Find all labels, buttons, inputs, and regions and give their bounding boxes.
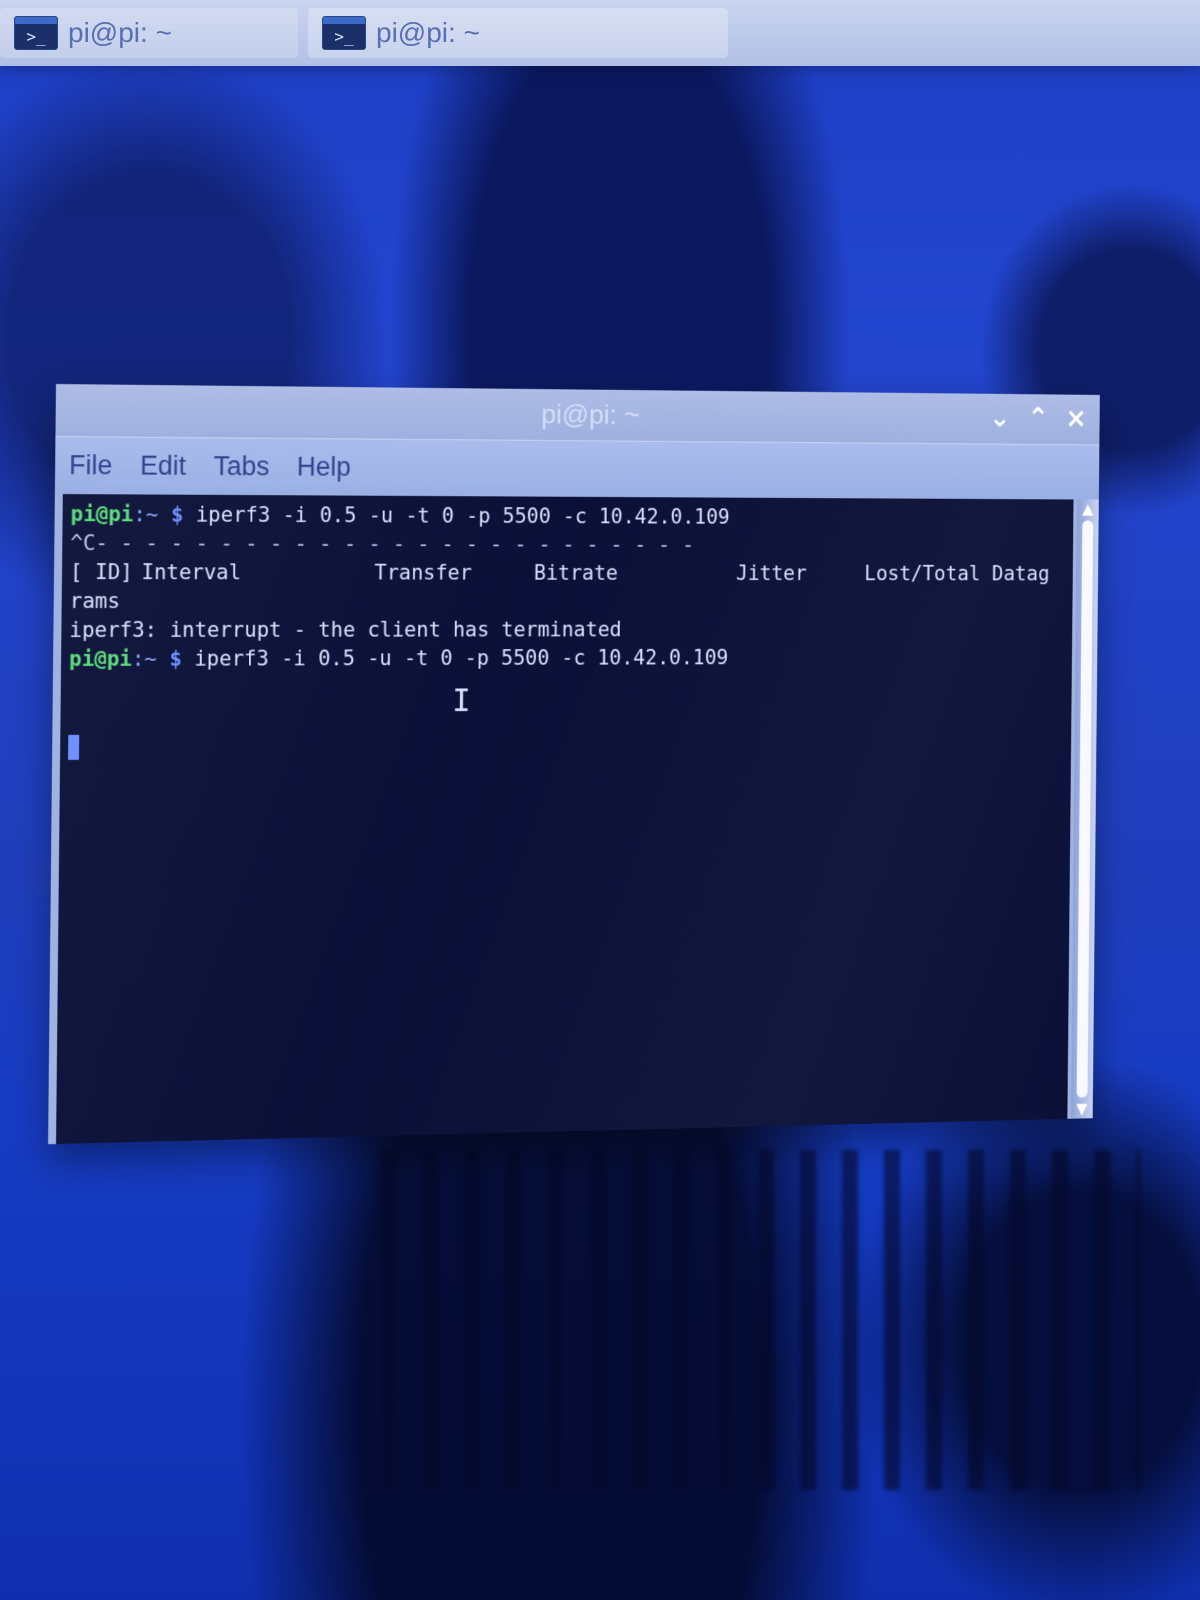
wrapped-header-text: rams [69,589,121,614]
window-title: pi@pi: ~ [541,398,641,431]
prompt-symbol: $ [170,502,184,527]
chevron-down-icon[interactable]: ⌄ [989,401,1011,434]
menu-help[interactable]: Help [297,451,351,482]
menu-file[interactable]: File [69,450,113,481]
chevron-up-icon[interactable]: ⌃ [1027,402,1049,435]
taskbar-window-label-2: pi@pi: ~ [376,17,480,48]
wallpaper-reflection [380,1150,1140,1490]
terminal-output[interactable]: pi@pi:~ $ iperf3 -i 0.5 -u -t 0 -p 5500 … [56,494,1074,1145]
window-controls: ⌄ ⌃ × [989,401,1087,434]
taskbar: >_ pi@pi: ~ >_ pi@pi: ~ [0,0,1200,66]
prompt-directory: :~ [133,502,159,527]
window-titlebar[interactable]: pi@pi: ~ ⌄ ⌃ × [55,384,1100,446]
vertical-scrollbar[interactable]: ▲ ▼ [1070,499,1099,1119]
header-bitrate: Bitrate [533,561,619,585]
input-line[interactable] [68,671,1061,760]
terminal-icon: >_ [322,16,366,50]
text-cursor-icon: 𝙸 [452,681,471,719]
menu-tabs[interactable]: Tabs [213,451,269,482]
taskbar-window-label-1: pi@pi: ~ [68,17,172,48]
scroll-up-icon[interactable]: ▲ [1077,499,1099,518]
menu-bar: File Edit Tabs Help [54,436,1100,499]
terminal-icon: >_ [14,16,58,50]
header-interval: Interval [141,560,242,585]
results-header: [ ID] Interval Transfer Bitrate Jitter L… [70,558,1062,588]
scrollbar-thumb[interactable] [1076,520,1094,1098]
command-line-1: pi@pi:~ $ iperf3 -i 0.5 -u -t 0 -p 5500 … [70,500,1062,533]
prompt-user: pi@pi [70,502,134,527]
prompt-directory: :~ [131,646,158,671]
command-text-1: iperf3 -i 0.5 -u -t 0 -p 5500 -c 10.42.0… [183,502,730,529]
taskbar-window-button-2[interactable]: >_ pi@pi: ~ [308,8,728,58]
interrupt-line: ^C- - - - - - - - - - - - - - - - - - - … [70,531,695,557]
command-line-2: pi@pi:~ $ iperf3 -i 0.5 -u -t 0 -p 5500 … [69,643,1061,674]
prompt-symbol: $ [169,646,183,671]
close-icon[interactable]: × [1065,402,1087,435]
terminal-cursor [68,734,80,760]
prompt-user: pi@pi [68,646,133,671]
taskbar-window-button-1[interactable]: >_ pi@pi: ~ [0,8,298,58]
command-text-2: iperf3 -i 0.5 -u -t 0 -p 5500 -c 10.42.0… [181,645,729,671]
interrupt-message: iperf3: interrupt - the client has termi… [69,617,622,642]
header-jitter: Jitter [735,561,807,585]
scroll-down-icon[interactable]: ▼ [1071,1099,1093,1119]
desktop: >_ pi@pi: ~ >_ pi@pi: ~ pi@pi: ~ ⌄ ⌃ × F… [0,0,1200,1600]
header-transfer: Transfer [374,560,473,585]
menu-edit[interactable]: Edit [140,450,186,481]
header-id: [ ID] [69,560,133,585]
terminal-window[interactable]: pi@pi: ~ ⌄ ⌃ × File Edit Tabs Help pi@pi… [48,384,1100,1145]
header-lost-total-datagrams: Lost/Total Datag [864,561,1050,586]
terminal-content: pi@pi:~ $ iperf3 -i 0.5 -u -t 0 -p 5500 … [68,500,1063,760]
